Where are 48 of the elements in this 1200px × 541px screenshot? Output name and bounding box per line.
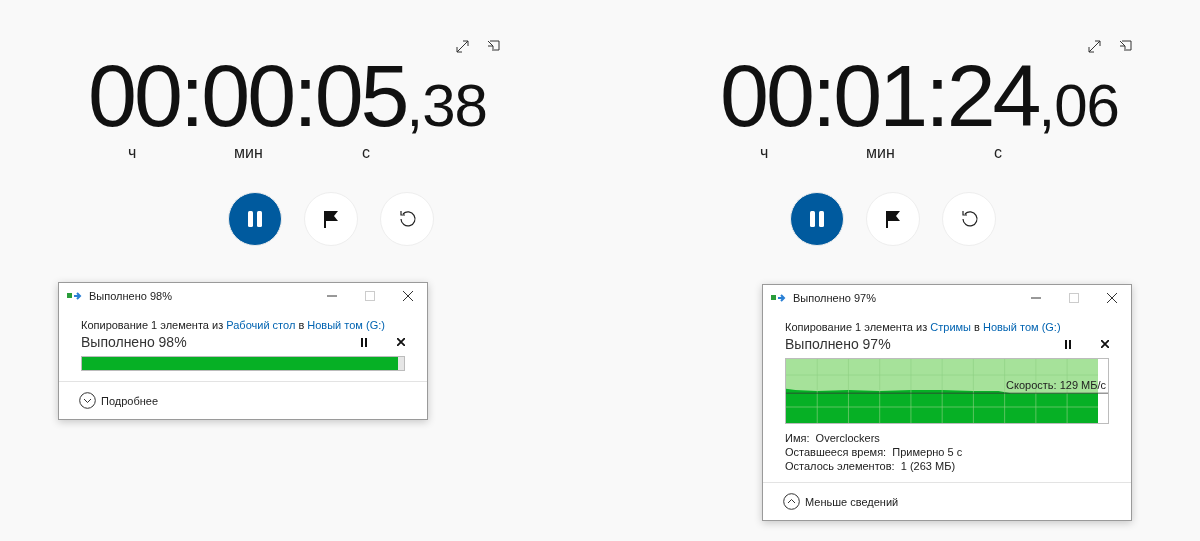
elapsed-time: 00:01:24 [720, 52, 1039, 140]
close-icon [403, 291, 413, 301]
progress-status: Выполнено 98% [81, 334, 188, 350]
pause-icon [360, 337, 368, 347]
detail-line: Осталось элементов: 1 (263 МБ) [785, 460, 957, 472]
flag-icon [884, 209, 902, 229]
reset-icon [959, 209, 979, 229]
cancel-icon [397, 338, 405, 346]
unit-label: с [994, 144, 1002, 161]
expand-icon [1088, 40, 1101, 53]
details-toggle[interactable]: Подробнее [101, 394, 159, 407]
destination-link[interactable]: Новый том (G:) [982, 321, 1061, 333]
elapsed-time: 00:00:05 [88, 52, 407, 140]
detail-line: Имя: Overclockers [785, 432, 881, 444]
cancel-icon [1101, 340, 1109, 348]
speed-label: Скорость: 129 МБ/с [1006, 379, 1106, 391]
expand-icon [456, 40, 469, 53]
flag-icon [322, 209, 340, 229]
detail-line: Оставшееся время: Примерно 5 с [785, 446, 964, 458]
unit-label: с [362, 144, 370, 161]
source-link[interactable]: Рабочий стол [226, 319, 296, 331]
progress-status: Выполнено 97% [785, 336, 892, 352]
source-link[interactable]: Стримы [930, 321, 971, 333]
pause-icon [245, 209, 265, 229]
chevron-down-icon[interactable] [79, 392, 96, 409]
destination-link[interactable]: Новый том (G:) [307, 319, 385, 331]
copy-icon [771, 292, 787, 304]
copy-icon [67, 290, 83, 302]
window-title: Выполнено 98% [89, 290, 173, 302]
hundredths: ,38 [406, 76, 487, 136]
maximize-icon [1069, 293, 1079, 303]
pause-icon [807, 209, 827, 229]
compact-overlay-icon [1119, 40, 1132, 53]
compact-overlay-icon [487, 40, 500, 53]
chevron-up-icon[interactable] [783, 493, 800, 510]
close-icon [1107, 293, 1117, 303]
unit-label: мин [866, 144, 895, 161]
maximize-icon [365, 291, 375, 301]
copy-description: Копирование 1 элемента из Стримы в Новый том (G:) [785, 321, 1062, 333]
hundredths: ,06 [1038, 76, 1119, 136]
unit-label: ч [128, 144, 137, 161]
reset-icon [397, 209, 417, 229]
copy-description: Копирование 1 элемента из Рабочий стол в Новый том (G:) [81, 319, 386, 331]
pause-icon [1064, 339, 1072, 349]
unit-label: мин [234, 144, 263, 161]
details-toggle[interactable]: Меньше сведений [805, 495, 899, 508]
unit-label: ч [760, 144, 769, 161]
window-title: Выполнено 97% [793, 292, 877, 304]
